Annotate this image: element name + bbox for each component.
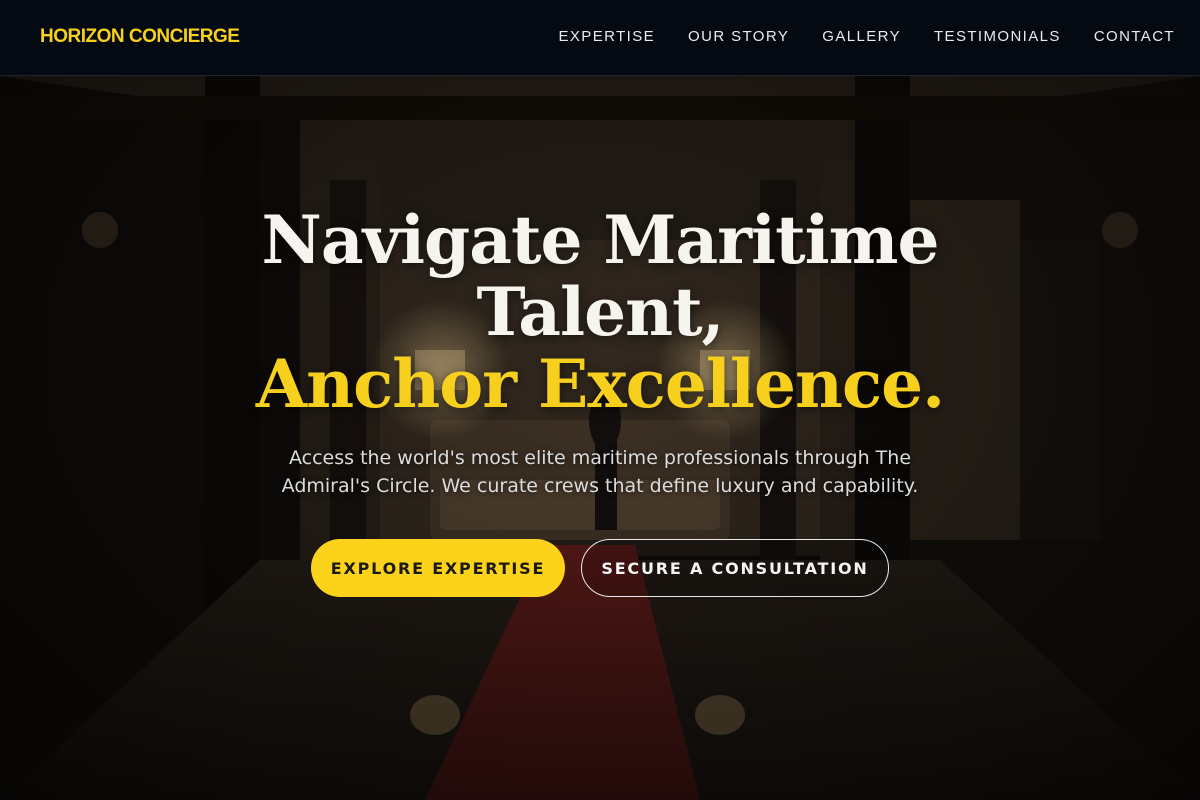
explore-expertise-button[interactable]: EXPLORE EXPERTISE xyxy=(311,539,565,597)
nav-link-gallery[interactable]: GALLERY xyxy=(822,28,901,45)
headline-line-1: Navigate Maritime xyxy=(261,201,940,279)
nav-link-our-story[interactable]: OUR STORY xyxy=(688,28,789,45)
landing-page: HORIZON CONCIERGE EXPERTISE OUR STORY GA… xyxy=(0,0,1200,800)
site-header: HORIZON CONCIERGE EXPERTISE OUR STORY GA… xyxy=(0,0,1200,76)
secure-consultation-button[interactable]: SECURE A CONSULTATION xyxy=(581,539,889,597)
hero-headline: Navigate Maritime Talent, Anchor Excelle… xyxy=(0,204,1200,420)
nav-link-testimonials[interactable]: TESTIMONIALS xyxy=(934,28,1061,45)
nav-link-expertise[interactable]: EXPERTISE xyxy=(558,28,655,45)
nav-link-contact[interactable]: CONTACT xyxy=(1094,28,1175,45)
hero-subtext: Access the world's most elite maritime p… xyxy=(281,447,919,497)
hero-section: Navigate Maritime Talent, Anchor Excelle… xyxy=(0,76,1200,800)
main-nav: EXPERTISE OUR STORY GALLERY TESTIMONIALS… xyxy=(525,28,1175,45)
brand-logo[interactable]: HORIZON CONCIERGE xyxy=(40,26,240,48)
headline-accent: Anchor Excellence. xyxy=(255,345,945,423)
headline-line-2: Talent, xyxy=(476,273,724,351)
